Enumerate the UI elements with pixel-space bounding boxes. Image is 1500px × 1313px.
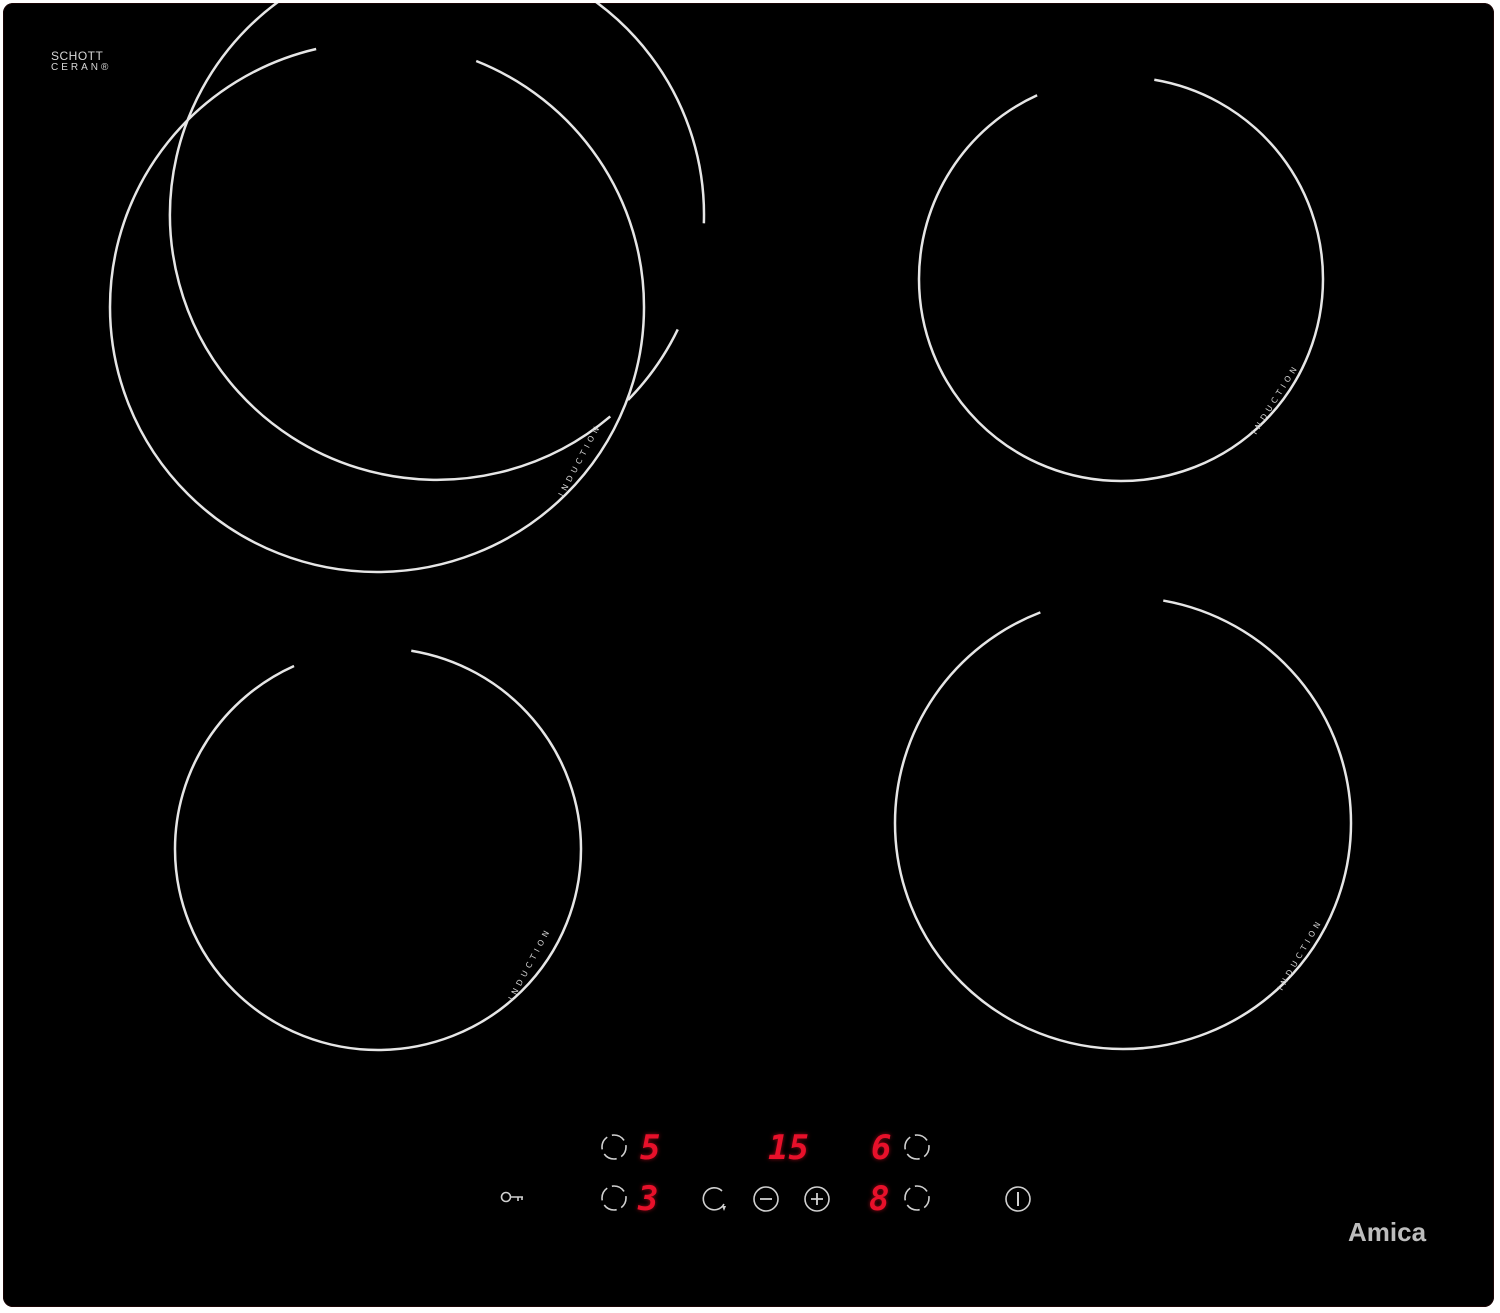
cooking-zone-rear-right[interactable]: INDUCTION <box>893 595 1353 1051</box>
induction-hob: SCHOTT CERAN® INDUCTION INDUCTION INDUCT… <box>3 3 1494 1307</box>
plus-icon <box>804 1186 830 1212</box>
zone-select-bottom-left-button[interactable] <box>599 1183 629 1213</box>
zone-select-top-left-button[interactable] <box>599 1132 629 1162</box>
zone-select-icon <box>601 1134 627 1160</box>
cooking-zone-front-left[interactable]: INDUCTION <box>108 3 706 574</box>
plus-button[interactable] <box>802 1184 832 1214</box>
display-top-right: 6 <box>871 1128 892 1168</box>
amica-logo: Amica <box>1348 1217 1427 1247</box>
zone-select-icon <box>904 1134 930 1160</box>
key-lock-icon <box>500 1191 523 1203</box>
timer-icon <box>702 1187 726 1211</box>
zone-label-rear-right: INDUCTION <box>1276 917 1325 992</box>
minus-button[interactable] <box>751 1184 781 1214</box>
zone-label-back-right: INDUCTION <box>1250 362 1301 436</box>
minus-icon <box>753 1186 779 1212</box>
zone-select-icon <box>601 1185 627 1211</box>
cooking-zones-layer: INDUCTION INDUCTION INDUCTION INDUCTION <box>108 3 1353 1052</box>
display-top-left: 5 <box>640 1128 661 1168</box>
power-icon <box>1005 1186 1031 1212</box>
cooking-zone-back-right[interactable]: INDUCTION <box>917 75 1325 483</box>
display-timer: 15 <box>768 1128 809 1168</box>
timer-button[interactable] <box>700 1184 730 1214</box>
power-button[interactable] <box>1003 1184 1033 1214</box>
display-bottom-right: 8 <box>869 1179 890 1219</box>
zone-select-icon <box>904 1185 930 1211</box>
zone-select-bottom-right-button[interactable] <box>902 1183 932 1213</box>
child-lock-button[interactable] <box>498 1183 528 1213</box>
cooking-zone-rear-left[interactable]: INDUCTION <box>173 646 583 1052</box>
display-bottom-left: 3 <box>638 1179 659 1219</box>
zone-select-top-right-button[interactable] <box>902 1132 932 1162</box>
